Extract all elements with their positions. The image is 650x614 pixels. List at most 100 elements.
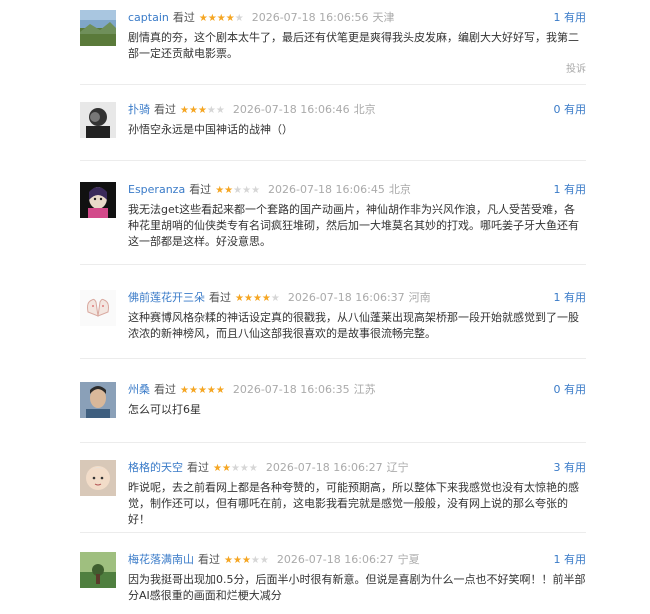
- review-location: 北京: [388, 183, 411, 196]
- username-link[interactable]: 佛前莲花开三朵: [128, 291, 205, 304]
- star-icon: ★: [197, 385, 207, 396]
- review-location: 江苏: [353, 383, 376, 396]
- report-link[interactable]: 投诉: [566, 60, 586, 75]
- divider: [80, 442, 586, 443]
- review-text: 我无法get这些看起来都一个套路的国产动画片，神仙胡作非为兴风作浪，凡人受苦受难…: [128, 203, 579, 248]
- review-location: 北京: [353, 103, 376, 116]
- star-icon: ★: [270, 293, 280, 304]
- useful-button[interactable]: 1 有用: [554, 10, 587, 26]
- rating-stars: ★★★★★: [224, 555, 269, 566]
- review-item: 佛前莲花开三朵 看过 ★★★★★ 2026-07-18 16:06:37 河南 1 有用…: [80, 290, 586, 340]
- star-icon: ★: [232, 555, 242, 566]
- star-icon: ★: [261, 293, 271, 304]
- review-date: 2026-07-18 16:06:45: [268, 183, 385, 196]
- star-icon: ★: [242, 185, 252, 196]
- watched-label: 看过: [198, 553, 220, 566]
- watched-label: 看过: [187, 461, 209, 474]
- star-icon: ★: [235, 293, 244, 304]
- review-meta: Esperanza 看过 ★★★★★ 2026-07-18 16:06:45 北京: [128, 182, 586, 198]
- star-icon: ★: [180, 385, 189, 396]
- username-link[interactable]: 扑骑: [128, 103, 150, 116]
- review-location: 河南: [408, 291, 431, 304]
- username-link[interactable]: 格格的天空: [128, 461, 183, 474]
- star-icon: ★: [188, 105, 198, 116]
- star-icon: ★: [233, 185, 243, 196]
- review-text: 昨说呢，去之前看网上都是各种夸赞的，可能预期高，所以整体下来我感觉也没有太惊艳的…: [128, 481, 579, 526]
- review-item: 州桑 看过 ★★★★★ 2026-07-18 16:06:35 江苏 0 有用 怎么可以…: [80, 382, 586, 422]
- watched-label: 看过: [154, 383, 176, 396]
- rating-stars: ★★★★★: [180, 385, 225, 396]
- username-link[interactable]: captain: [128, 11, 169, 24]
- star-icon: ★: [234, 13, 244, 24]
- star-icon: ★: [225, 13, 235, 24]
- avatar[interactable]: [80, 10, 116, 46]
- useful-button[interactable]: 0 有用: [554, 102, 587, 118]
- rating-stars: ★★★★★: [215, 185, 260, 196]
- rating-stars: ★★★★★: [199, 13, 244, 24]
- avatar[interactable]: [80, 290, 116, 326]
- rating-stars: ★★★★★: [180, 105, 225, 116]
- username-link[interactable]: Esperanza: [128, 183, 185, 196]
- star-icon: ★: [230, 463, 240, 474]
- watched-label: 看过: [189, 183, 212, 196]
- star-icon: ★: [206, 105, 216, 116]
- divider: [80, 532, 586, 533]
- star-icon: ★: [224, 555, 233, 566]
- useful-button[interactable]: 1 有用: [554, 182, 587, 198]
- star-icon: ★: [215, 185, 225, 196]
- review-date: 2026-07-18 16:06:56: [251, 11, 369, 24]
- star-icon: ★: [215, 385, 225, 396]
- star-icon: ★: [188, 385, 198, 396]
- review-item: captain 看过 ★★★★★ 2026-07-18 16:06:56 天津 1 有用…: [80, 10, 587, 75]
- review-item: Esperanza 看过 ★★★★★ 2026-07-18 16:06:45 北京 1 …: [80, 182, 587, 248]
- review-date: 2026-07-18 16:06:35: [232, 383, 350, 396]
- review-text: 剧情真的夯，这个剧本太牛了，最后还有伏笔更是爽得我头皮发麻，编剧大大好好写，我第…: [128, 31, 579, 60]
- username-link[interactable]: 梅花落满南山: [128, 553, 194, 566]
- star-icon: ★: [241, 555, 251, 566]
- review-location: 宁夏: [397, 553, 420, 566]
- review-date: 2026-07-18 16:06:27: [276, 553, 394, 566]
- review-item: 梅花落满南山 看过 ★★★★★ 2026-07-18 16:06:27 宁夏 1 有用 …: [80, 552, 586, 606]
- rating-stars: ★★★★★: [213, 463, 258, 474]
- review-text: 因为我挺哥出现加0.5分，后面半小时很有新意。但说是喜剧为什么一点也不好笑啊！！…: [128, 573, 586, 602]
- review-meta: 州桑 看过 ★★★★★ 2026-07-18 16:06:35 江苏: [128, 382, 586, 398]
- useful-button[interactable]: 1 有用: [554, 290, 587, 306]
- review-meta: 佛前莲花开三朵 看过 ★★★★★ 2026-07-18 16:06:37 河南: [128, 290, 586, 306]
- review-date: 2026-07-18 16:06:27: [265, 461, 383, 474]
- review-meta: captain 看过 ★★★★★ 2026-07-18 16:06:56 天津: [128, 10, 586, 26]
- star-icon: ★: [207, 13, 217, 24]
- divider: [80, 358, 586, 359]
- star-icon: ★: [259, 555, 269, 566]
- review-text: 这种赛博风格杂糅的神话设定真的很戳我，从八仙蓬莱出现高架桥那一段开始就感觉到了一…: [128, 311, 579, 340]
- avatar[interactable]: [80, 382, 116, 418]
- star-icon: ★: [197, 105, 207, 116]
- star-icon: ★: [206, 385, 216, 396]
- rating-stars: ★★★★★: [235, 293, 280, 304]
- review-item: 格格的天空 看过 ★★★★★ 2026-07-18 16:06:27 辽宁 3 有用 昨…: [80, 460, 587, 526]
- star-icon: ★: [180, 105, 189, 116]
- star-icon: ★: [251, 185, 261, 196]
- review-meta: 格格的天空 看过 ★★★★★ 2026-07-18 16:06:27 辽宁: [128, 460, 586, 476]
- avatar[interactable]: [80, 102, 116, 138]
- star-icon: ★: [213, 463, 222, 474]
- review-location: 天津: [372, 11, 395, 24]
- review-text: 孙悟空永远是中国神话的战神（）: [128, 123, 293, 136]
- star-icon: ★: [216, 13, 226, 24]
- useful-button[interactable]: 3 有用: [554, 460, 587, 476]
- divider: [80, 160, 586, 161]
- divider: [80, 264, 586, 265]
- star-icon: ★: [250, 555, 260, 566]
- star-icon: ★: [221, 463, 231, 474]
- avatar[interactable]: [80, 552, 116, 588]
- username-link[interactable]: 州桑: [128, 383, 150, 396]
- review-date: 2026-07-18 16:06:37: [287, 291, 405, 304]
- review-meta: 梅花落满南山 看过 ★★★★★ 2026-07-18 16:06:27 宁夏: [128, 552, 586, 568]
- useful-button[interactable]: 1 有用: [554, 552, 587, 568]
- avatar[interactable]: [80, 460, 116, 496]
- review-location: 辽宁: [386, 461, 409, 474]
- star-icon: ★: [239, 463, 249, 474]
- useful-button[interactable]: 0 有用: [554, 382, 587, 398]
- star-icon: ★: [215, 105, 225, 116]
- avatar[interactable]: [80, 182, 116, 218]
- watched-label: 看过: [172, 11, 195, 24]
